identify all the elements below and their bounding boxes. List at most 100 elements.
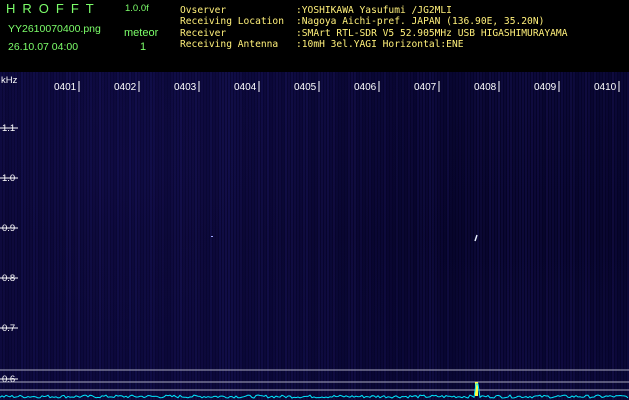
noise-stripe bbox=[321, 72, 323, 400]
noise-stripe bbox=[594, 72, 596, 400]
noise-stripe bbox=[141, 72, 143, 400]
freq-tick-label: 0.7 bbox=[2, 323, 15, 334]
noise-stripe bbox=[201, 72, 203, 400]
noise-stripe bbox=[534, 72, 536, 400]
spectrogram-panel[interactable]: kHz 1.1 1.0 0.9 0.8 0.7 0.6 0401 0402 04… bbox=[0, 72, 629, 400]
noise-stripe bbox=[366, 72, 368, 400]
noise-stripe bbox=[330, 72, 332, 400]
noise-stripe bbox=[18, 72, 20, 400]
time-label: 0408 bbox=[474, 82, 497, 93]
noise-stripe bbox=[288, 72, 290, 400]
noise-stripe bbox=[255, 72, 257, 400]
noise-stripe bbox=[111, 72, 113, 400]
noise-stripe bbox=[33, 72, 35, 400]
noise-stripe bbox=[369, 72, 371, 400]
noise-stripe bbox=[621, 72, 623, 400]
noise-stripe bbox=[579, 72, 581, 400]
noise-stripe bbox=[75, 72, 77, 400]
info-key: Ovserver bbox=[180, 5, 227, 16]
noise-stripe bbox=[570, 72, 572, 400]
noise-stripe bbox=[549, 72, 551, 400]
noise-stripe bbox=[471, 72, 473, 400]
noise-stripe bbox=[486, 72, 488, 400]
timestamp: 26.10.07 04:00 bbox=[8, 41, 79, 53]
noise-stripe bbox=[48, 72, 50, 400]
noise-stripe bbox=[213, 72, 215, 400]
noise-stripe bbox=[390, 72, 392, 400]
noise-stripe bbox=[555, 72, 557, 400]
noise-stripe bbox=[12, 72, 14, 400]
noise-stripe bbox=[297, 72, 299, 400]
noise-stripe bbox=[270, 72, 272, 400]
time-label: 0409 bbox=[534, 82, 557, 93]
noise-stripe bbox=[243, 72, 245, 400]
meteor-echo bbox=[211, 236, 213, 237]
freq-tick-label: 0.6 bbox=[2, 374, 15, 385]
noise-stripe bbox=[489, 72, 491, 400]
noise-stripe bbox=[435, 72, 437, 400]
time-label: 0405 bbox=[294, 82, 317, 93]
freq-tick-label: 0.8 bbox=[2, 273, 15, 284]
noise-stripe bbox=[474, 72, 476, 400]
time-label: 0410 bbox=[594, 82, 617, 93]
info-value: :Nagoya Aichi-pref. JAPAN (136.90E, 35.2… bbox=[296, 16, 545, 27]
noise-stripe bbox=[306, 72, 308, 400]
noise-stripe bbox=[204, 72, 206, 400]
noise-stripe bbox=[603, 72, 605, 400]
noise-stripe bbox=[78, 72, 80, 400]
noise-stripe bbox=[450, 72, 452, 400]
noise-stripe bbox=[426, 72, 428, 400]
noise-stripe bbox=[540, 72, 542, 400]
noise-stripe bbox=[276, 72, 278, 400]
noise-stripe bbox=[312, 72, 314, 400]
noise-stripe bbox=[21, 72, 23, 400]
noise-stripe bbox=[546, 72, 548, 400]
noise-stripe bbox=[300, 72, 302, 400]
noise-stripe bbox=[507, 72, 509, 400]
noise-stripe bbox=[192, 72, 194, 400]
noise-stripe bbox=[510, 72, 512, 400]
noise-stripe bbox=[441, 72, 443, 400]
noise-stripe bbox=[45, 72, 47, 400]
freq-unit-label: kHz bbox=[1, 75, 18, 86]
time-label: 0403 bbox=[174, 82, 197, 93]
noise-stripe bbox=[624, 72, 626, 400]
noise-stripe bbox=[9, 72, 11, 400]
noise-stripe bbox=[42, 72, 44, 400]
freq-tick-label: 1.1 bbox=[2, 123, 15, 134]
noise-stripe bbox=[561, 72, 563, 400]
noise-stripe bbox=[501, 72, 503, 400]
noise-stripe bbox=[480, 72, 482, 400]
noise-stripe bbox=[117, 72, 119, 400]
time-label: 0406 bbox=[354, 82, 377, 93]
noise-stripe bbox=[114, 72, 116, 400]
noise-stripe bbox=[342, 72, 344, 400]
noise-stripe bbox=[612, 72, 614, 400]
noise-stripe bbox=[564, 72, 566, 400]
info-value: :SMArt RTL-SDR V5 52.905MHz USB HIGASHIM… bbox=[296, 28, 568, 39]
noise-stripe bbox=[63, 72, 65, 400]
noise-stripe bbox=[249, 72, 251, 400]
noise-stripe bbox=[324, 72, 326, 400]
noise-stripe bbox=[462, 72, 464, 400]
noise-stripe bbox=[582, 72, 584, 400]
noise-stripe bbox=[198, 72, 200, 400]
noise-stripe bbox=[69, 72, 71, 400]
noise-stripe bbox=[30, 72, 32, 400]
noise-stripe bbox=[126, 72, 128, 400]
noise-stripe bbox=[3, 72, 5, 400]
info-key: Receiver bbox=[180, 28, 227, 39]
noise-stripe bbox=[456, 72, 458, 400]
noise-stripe bbox=[72, 72, 74, 400]
noise-stripe bbox=[108, 72, 110, 400]
freq-tick-label: 1.0 bbox=[2, 173, 15, 184]
noise-stripe bbox=[279, 72, 281, 400]
noise-stripe bbox=[543, 72, 545, 400]
noise-stripe bbox=[357, 72, 359, 400]
noise-stripe bbox=[438, 72, 440, 400]
noise-stripe bbox=[285, 72, 287, 400]
noise-stripe bbox=[87, 72, 89, 400]
noise-stripe bbox=[399, 72, 401, 400]
noise-stripe bbox=[303, 72, 305, 400]
noise-stripe bbox=[57, 72, 59, 400]
